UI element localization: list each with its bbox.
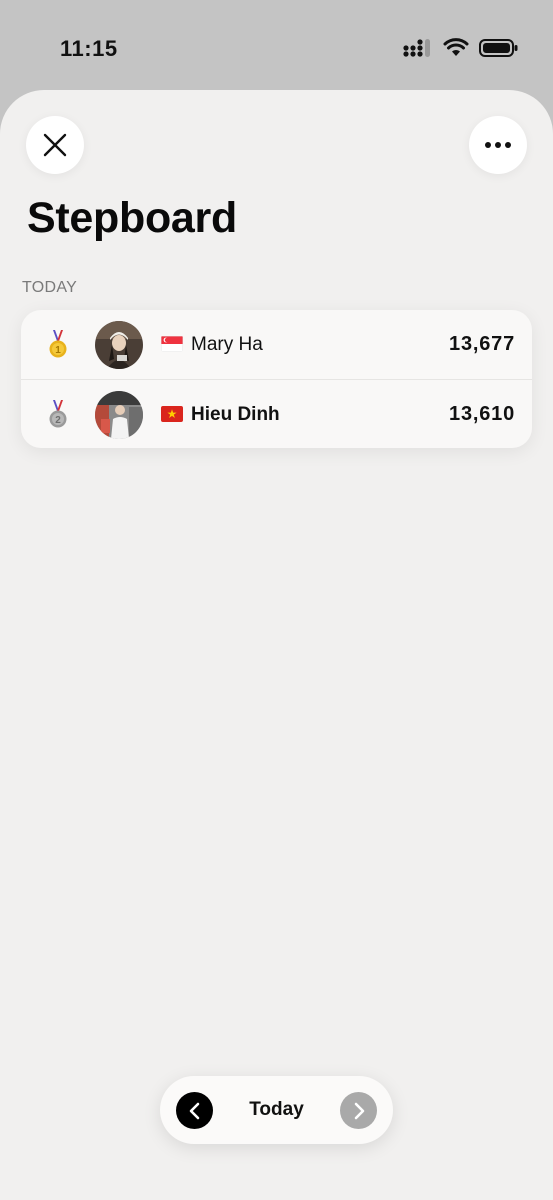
next-day-button[interactable] [340, 1092, 377, 1129]
cellular-signal-icon [403, 39, 430, 57]
pager-label: Today [249, 1099, 304, 1120]
avatar[interactable] [95, 391, 143, 439]
step-count: 13,677 [449, 333, 515, 355]
svg-text:1: 1 [55, 345, 61, 356]
status-time: 11:15 [60, 36, 118, 61]
battery-icon [479, 39, 518, 57]
gold-medal-icon: 1 [49, 330, 67, 358]
svg-text:2: 2 [55, 415, 61, 426]
participant-name: Hieu Dinh [191, 404, 280, 425]
silver-medal-icon: 2 [49, 400, 67, 428]
leaderboard-row[interactable]: 1 Mary Ha 13,677 [21, 310, 532, 379]
section-label: TODAY [22, 279, 78, 296]
close-button[interactable] [26, 116, 84, 174]
more-button[interactable] [469, 116, 527, 174]
step-count: 13,610 [449, 403, 515, 425]
chevron-right-icon [354, 1102, 364, 1119]
more-icon [485, 142, 511, 148]
chevron-left-icon [189, 1102, 199, 1119]
stepboard-sheet: Stepboard TODAY 1 Mary Ha 13,677 2 Hieu … [0, 90, 553, 1200]
avatar[interactable] [95, 321, 143, 369]
wifi-icon [443, 38, 469, 56]
previous-day-button[interactable] [176, 1092, 213, 1129]
singapore-flag-icon [161, 336, 183, 352]
participant-name: Mary Ha [191, 334, 263, 355]
page-title: Stepboard [27, 194, 237, 242]
close-icon [43, 133, 67, 157]
status-bar: 11:15 [0, 0, 553, 90]
leaderboard-row[interactable]: 2 Hieu Dinh 13,610 [21, 379, 532, 448]
status-icons [403, 38, 519, 58]
date-pager: Today [160, 1076, 393, 1144]
leaderboard-list: 1 Mary Ha 13,677 2 Hieu Dinh 13,610 [21, 310, 532, 448]
vietnam-flag-icon [161, 406, 183, 422]
